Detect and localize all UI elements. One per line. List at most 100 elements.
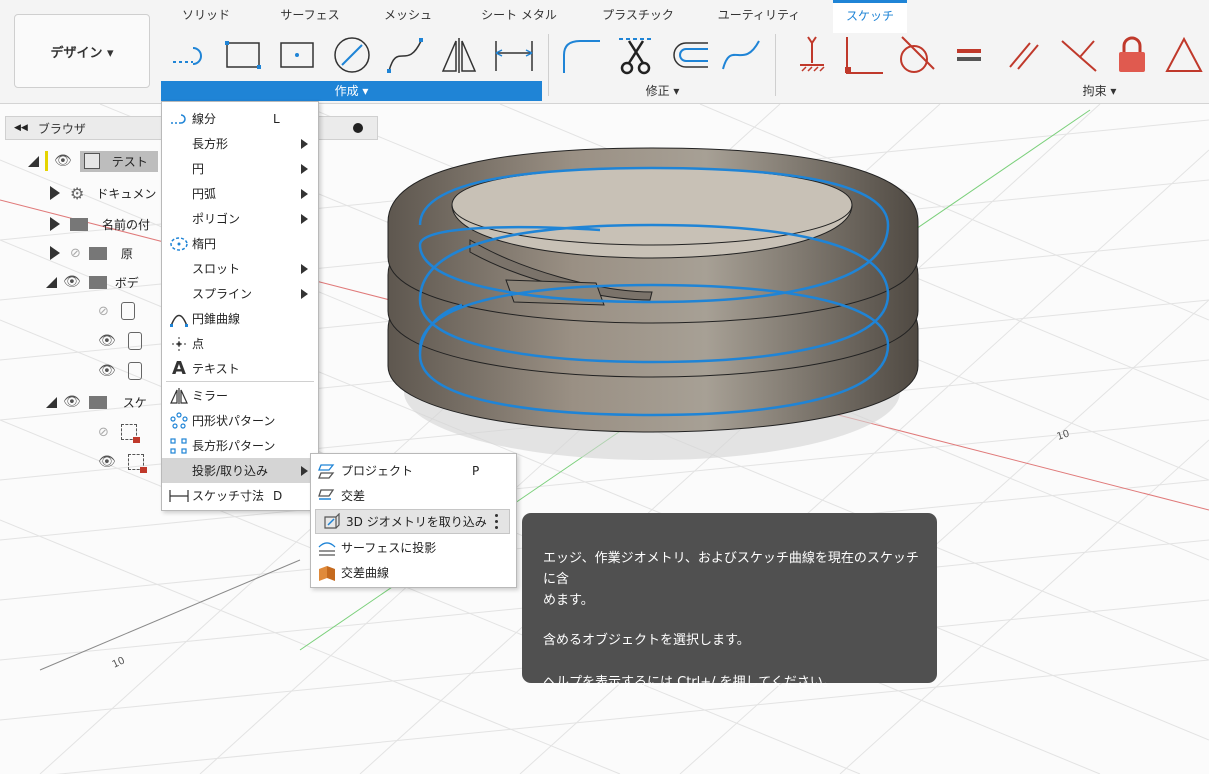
eye-hidden-icon[interactable]: ⊘ — [98, 304, 109, 319]
tree-item-sketch[interactable]: 👁 — [98, 449, 147, 475]
tab-mesh[interactable]: メッシュ — [378, 0, 438, 30]
menu-item-include-3d-geometry[interactable]: 3D ジオメトリを取り込み — [315, 509, 510, 534]
menu-item-label: 長方形 — [192, 137, 229, 151]
workspace-switcher-button[interactable]: デザイン ▾ — [14, 14, 150, 88]
circular-pattern-icon — [168, 411, 190, 430]
shortcut-label: L — [273, 111, 280, 126]
menu-item-circular-pattern[interactable]: 円形状パターン — [162, 408, 318, 433]
menu-item-label: 線分 — [192, 112, 217, 126]
constrain-group-dropdown[interactable]: 拘束 ▾ — [790, 81, 1209, 101]
tree-item-named-views[interactable]: 名前の付 — [50, 211, 150, 237]
collapse-panel-icon[interactable]: ◀◀ — [14, 123, 28, 133]
menu-item-arc[interactable]: 円弧 — [162, 181, 318, 206]
collapse-arrow-icon[interactable] — [46, 396, 57, 408]
tab-sketch[interactable]: スケッチ — [833, 0, 907, 33]
equal-constraint-icon[interactable] — [948, 34, 990, 76]
eye-hidden-icon[interactable]: ⊘ — [98, 425, 109, 440]
menu-item-mirror[interactable]: ミラー — [162, 383, 318, 408]
tree-item-bodies[interactable]: 👁 ボデ — [46, 269, 139, 295]
extend-curve-tool-icon[interactable] — [719, 34, 761, 76]
menu-item-polygon[interactable]: ポリゴン — [162, 206, 318, 231]
tree-item-root[interactable]: 👁 テスト — [28, 148, 158, 174]
menu-item-rectangle[interactable]: 長方形 — [162, 131, 318, 156]
mirror-tool-icon[interactable] — [438, 34, 480, 76]
tree-item-origin[interactable]: ⊘ 原 — [50, 240, 133, 266]
menu-item-label: 交差曲線 — [341, 566, 390, 580]
create-dropdown-menu: 線分 L 長方形 円 円弧 ポリゴン 楕円 スロット スプライン 円錐曲線 点 … — [161, 101, 319, 511]
spline-tool-icon[interactable] — [384, 34, 426, 76]
fix-constraint-icon[interactable] — [791, 34, 833, 76]
eye-icon[interactable]: 👁 — [98, 363, 116, 379]
expand-arrow-icon[interactable] — [50, 217, 60, 231]
menu-item-slot[interactable]: スロット — [162, 256, 318, 281]
tree-item-body[interactable]: 👁 — [98, 328, 142, 354]
ellipse-icon — [168, 236, 190, 252]
menu-item-text[interactable]: A テキスト — [162, 356, 318, 381]
tooltip-instruction: 含めるオブジェクトを選択します。 — [543, 633, 750, 648]
tab-surface[interactable]: サーフェス — [275, 0, 345, 30]
menu-item-label: 楕円 — [192, 237, 217, 251]
menu-item-project-to-surface[interactable]: サーフェスに投影 — [311, 535, 516, 560]
menu-item-project-include[interactable]: 投影/取り込み — [162, 458, 318, 483]
folder-icon — [88, 275, 107, 289]
parallel-constraint-icon[interactable] — [1003, 34, 1045, 76]
trim-tool-icon[interactable] — [614, 34, 656, 76]
tree-item-body[interactable]: 👁 — [98, 358, 142, 384]
coincident-constraint-icon[interactable] — [841, 34, 883, 76]
sketch-lock-icon — [127, 454, 147, 473]
menu-item-label: サーフェスに投影 — [341, 541, 437, 555]
body-icon — [127, 332, 142, 350]
create-group-dropdown[interactable]: 作成 ▾ — [161, 81, 542, 101]
symmetry-constraint-icon[interactable] — [1163, 34, 1205, 76]
tab-solid[interactable]: ソリッド — [176, 0, 236, 30]
menu-item-rect-pattern[interactable]: 長方形パターン — [162, 433, 318, 458]
fillet-tool-icon[interactable] — [558, 34, 600, 76]
expand-arrow-icon[interactable] — [50, 246, 60, 260]
more-options-icon[interactable] — [495, 514, 499, 529]
tooltip-description-cont: めます。 — [543, 593, 594, 608]
menu-item-project[interactable]: プロジェクト P — [311, 458, 516, 483]
circle-tool-icon[interactable] — [331, 34, 373, 76]
menu-item-ellipse[interactable]: 楕円 — [162, 231, 318, 256]
eye-hidden-icon[interactable]: ⊘ — [70, 246, 81, 261]
pin-icon[interactable] — [353, 123, 363, 133]
rectangle-tool-icon[interactable] — [222, 34, 264, 76]
collapse-arrow-icon[interactable] — [46, 276, 57, 288]
menu-item-intersection-curve[interactable]: 交差曲線 — [311, 560, 516, 585]
eye-icon[interactable]: 👁 — [98, 333, 116, 349]
tab-sheet-metal[interactable]: シート メタル — [476, 0, 562, 30]
eye-icon[interactable]: 👁 — [98, 454, 116, 470]
menu-item-label: 円錐曲線 — [192, 312, 241, 326]
tangent-constraint-icon[interactable] — [894, 34, 936, 76]
tree-item-sketches[interactable]: 👁 スケ — [46, 389, 147, 415]
tree-item-document-settings[interactable]: ⚙ ドキュメン — [50, 180, 156, 206]
intersect-icon — [317, 487, 337, 505]
menu-item-intersect[interactable]: 交差 — [311, 483, 516, 508]
tree-item-body[interactable]: ⊘ — [98, 298, 135, 324]
menu-item-point[interactable]: 点 — [162, 331, 318, 356]
perpendicular-constraint-icon[interactable] — [1057, 34, 1099, 76]
collapse-arrow-icon[interactable] — [28, 155, 39, 167]
menu-item-spline[interactable]: スプライン — [162, 281, 318, 306]
tree-item-sketch[interactable]: ⊘ — [98, 419, 140, 445]
eye-icon[interactable]: 👁 — [63, 274, 81, 290]
center-rectangle-tool-icon[interactable] — [276, 34, 318, 76]
lock-constraint-icon[interactable] — [1111, 34, 1153, 76]
tab-utility[interactable]: ユーティリティ — [716, 0, 802, 30]
project-icon — [317, 462, 337, 480]
menu-item-line[interactable]: 線分 L — [162, 106, 318, 131]
menu-divider — [166, 381, 314, 382]
eye-icon[interactable]: 👁 — [63, 394, 81, 410]
offset-tool-icon[interactable] — [666, 34, 708, 76]
modify-group-dropdown[interactable]: 修正 ▾ — [560, 81, 765, 101]
tab-plastic[interactable]: プラスチック — [598, 0, 678, 30]
line-tool-icon[interactable] — [168, 34, 210, 76]
menu-item-circle[interactable]: 円 — [162, 156, 318, 181]
expand-arrow-icon[interactable] — [50, 186, 60, 200]
eye-icon[interactable]: 👁 — [54, 153, 72, 169]
dimension-tool-icon[interactable] — [492, 34, 534, 76]
tree-item-label: テスト — [111, 154, 148, 169]
menu-item-sketch-dimension[interactable]: スケッチ寸法 D — [162, 483, 318, 508]
tool-tooltip: エッジ、作業ジオメトリ、およびスケッチ曲線を現在のスケッチに含 めます。 含める… — [522, 513, 937, 690]
menu-item-conic[interactable]: 円錐曲線 — [162, 306, 318, 331]
